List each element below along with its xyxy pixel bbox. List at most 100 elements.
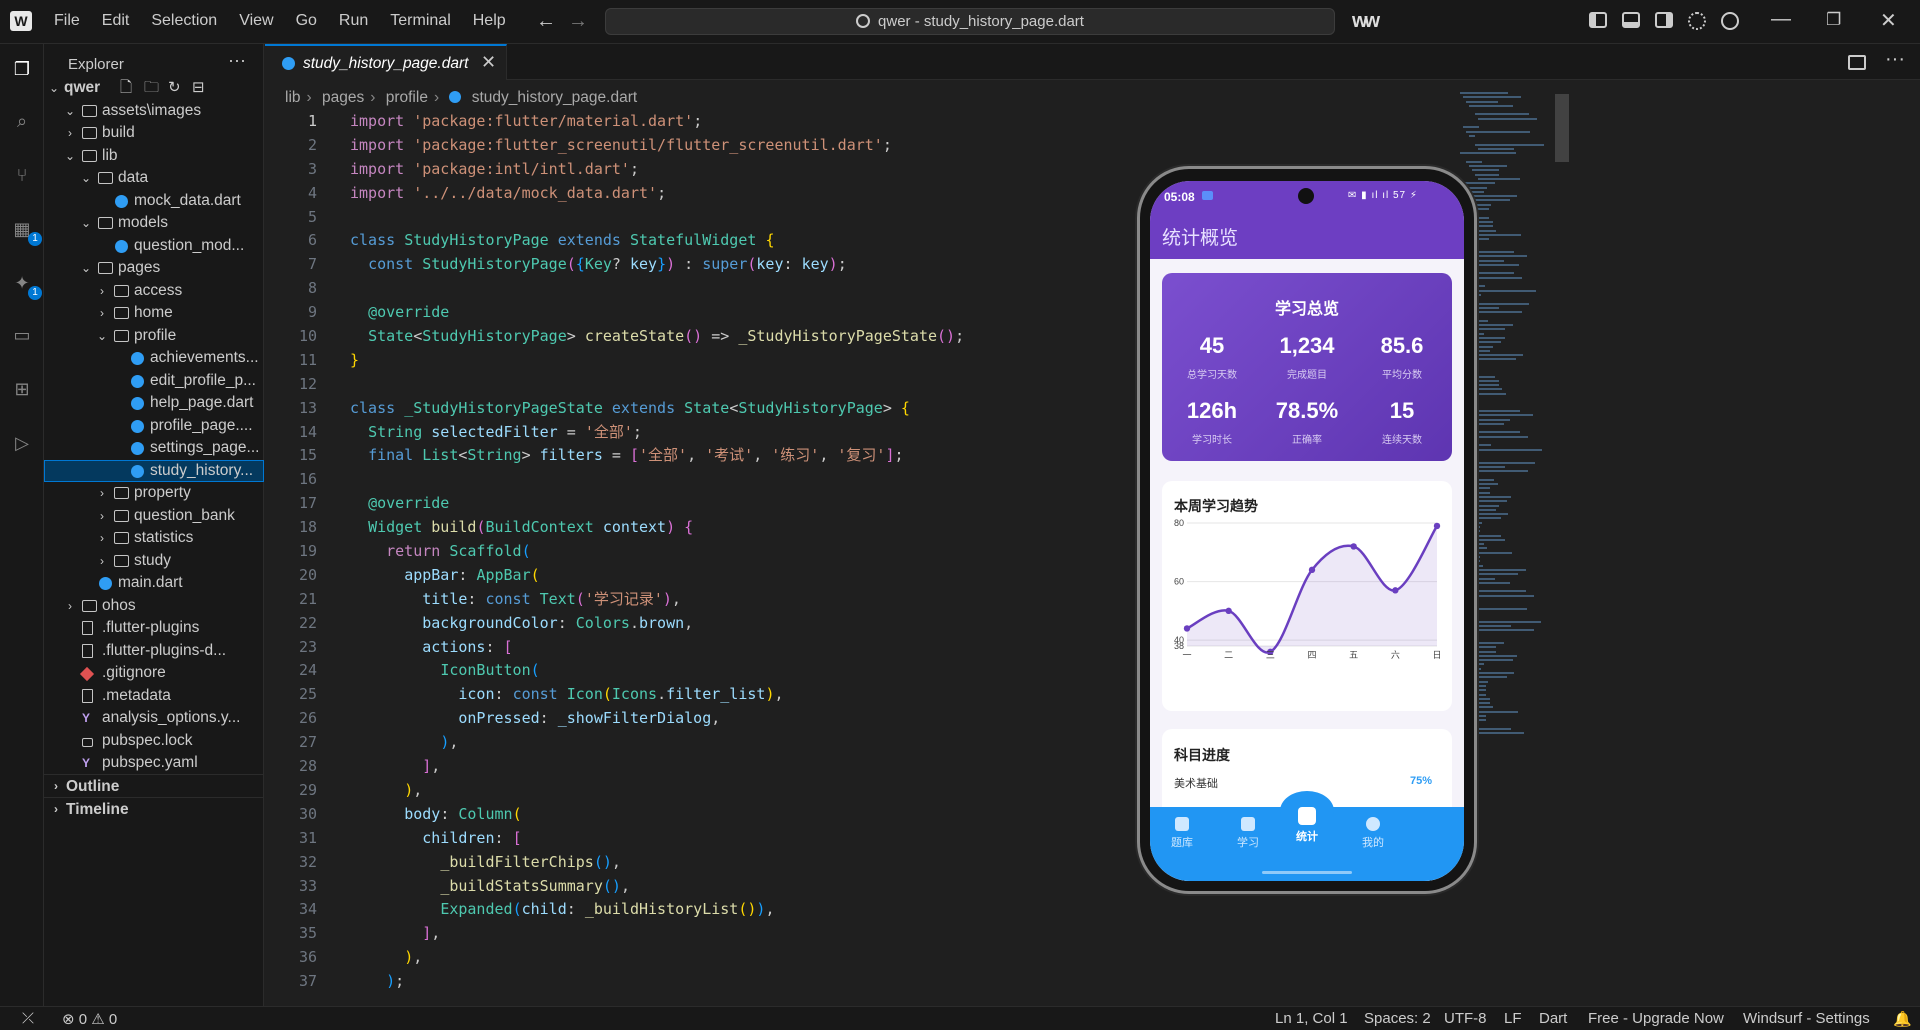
tree-item[interactable]: profile_page.... <box>44 415 264 438</box>
cursor-position[interactable]: Ln 1, Col 1 <box>1275 1010 1348 1027</box>
tab-study-history-page[interactable]: study_history_page.dart ✕ <box>265 44 507 80</box>
chevron-right-icon[interactable]: › <box>96 527 108 550</box>
menu-file[interactable]: File <box>54 12 80 30</box>
windsurf-app-icon[interactable]: W <box>10 11 32 31</box>
chevron-right-icon[interactable]: › <box>96 280 108 303</box>
chevron-down-icon[interactable]: ⌄ <box>96 325 108 348</box>
tree-item[interactable]: ⌄ data <box>44 167 264 190</box>
arrow-left-icon[interactable]: ← <box>536 10 556 33</box>
minimize-icon[interactable]: — <box>1771 8 1791 31</box>
extensions-icon[interactable]: ⊞ <box>11 378 33 400</box>
remote-indicator-icon[interactable]: ⤫ <box>22 1010 34 1027</box>
bell-icon[interactable]: 🔔 <box>1893 1010 1912 1028</box>
remote-explorer-icon[interactable]: ▭ <box>11 324 33 346</box>
tree-item[interactable]: .gitignore <box>44 662 264 685</box>
split-editor-icon[interactable] <box>1848 55 1866 70</box>
encoding[interactable]: UTF-8 <box>1444 1010 1487 1027</box>
tree-item[interactable]: Ypubspec.yaml <box>44 752 264 775</box>
windsurf-settings[interactable]: Windsurf - Settings <box>1743 1010 1870 1027</box>
refresh-icon[interactable]: ↻ <box>168 77 181 100</box>
tree-item[interactable]: ⌄ pages <box>44 257 264 280</box>
tree-item[interactable]: › access <box>44 280 264 303</box>
toggle-secondary-sidebar-icon[interactable] <box>1655 12 1673 28</box>
breadcrumb-lib[interactable]: lib <box>285 89 301 106</box>
close-icon[interactable]: ✕ <box>1880 8 1897 33</box>
command-center[interactable]: qwer - study_history_page.dart <box>605 8 1335 35</box>
tree-item[interactable]: ⌄ lib <box>44 145 264 168</box>
nav-mine[interactable]: 我的 <box>1343 817 1403 850</box>
chevron-right-icon[interactable]: › <box>64 122 76 145</box>
outline-section[interactable]: › Outline <box>44 774 264 797</box>
nav-statistics[interactable]: 统计 <box>1277 807 1337 844</box>
menu-terminal[interactable]: Terminal <box>390 12 450 30</box>
source-control-icon[interactable]: ⑂ <box>11 164 33 186</box>
restore-icon[interactable]: ❐ <box>1826 10 1841 30</box>
breadcrumb-profile[interactable]: profile <box>386 89 428 106</box>
tree-item[interactable]: main.dart <box>44 572 264 595</box>
chevron-right-icon[interactable]: › <box>96 505 108 528</box>
more-actions-icon[interactable]: ··· <box>228 50 246 71</box>
chevron-down-icon[interactable]: ⌄ <box>80 167 92 190</box>
run-debug-icon[interactable]: ▷ <box>11 432 33 454</box>
breadcrumb-pages[interactable]: pages <box>322 89 364 106</box>
tree-item[interactable]: ⌄ profile <box>44 325 264 348</box>
tree-item[interactable]: ⌄ assets\images <box>44 100 264 123</box>
search-icon[interactable]: ⌕ <box>11 110 33 132</box>
account-icon[interactable] <box>1721 12 1739 30</box>
chevron-down-icon[interactable]: ⌄ <box>80 212 92 235</box>
chevron-down-icon[interactable]: ⌄ <box>80 257 92 280</box>
new-file-icon[interactable]: 🗋 <box>120 77 132 100</box>
tree-item[interactable]: study_history... <box>44 459 264 482</box>
tree-item[interactable]: › home <box>44 302 264 325</box>
gear-icon[interactable] <box>1688 12 1706 30</box>
vertical-scrollbar[interactable] <box>1555 94 1569 162</box>
tree-item[interactable]: › ohos <box>44 595 264 618</box>
tree-item[interactable]: › study <box>44 550 264 573</box>
tree-item[interactable]: ⌄ models <box>44 212 264 235</box>
chevron-right-icon[interactable]: › <box>96 482 108 505</box>
tree-item[interactable]: help_page.dart <box>44 392 264 415</box>
tree-item[interactable]: .flutter-plugins-d... <box>44 640 264 663</box>
tree-item[interactable]: edit_profile_p... <box>44 370 264 393</box>
windsurf-logo-icon[interactable]: ᴡᴡ <box>1352 10 1380 33</box>
upgrade-link[interactable]: Free - Upgrade Now <box>1588 1010 1724 1027</box>
end-of-line[interactable]: LF <box>1504 1010 1522 1027</box>
explorer-icon[interactable]: ❐ <box>11 58 33 80</box>
chevron-down-icon[interactable]: ⌄ <box>64 100 76 123</box>
tree-root[interactable]: ⌄ qwer 🗋 🗀 ↻ ⊟ <box>44 77 264 100</box>
language-mode[interactable]: Dart <box>1539 1010 1567 1027</box>
arrow-right-icon[interactable]: → <box>568 10 588 33</box>
menu-help[interactable]: Help <box>473 12 506 30</box>
tree-item[interactable]: achievements... <box>44 347 264 370</box>
chevron-right-icon[interactable]: › <box>64 595 76 618</box>
tree-item[interactable]: .flutter-plugins <box>44 617 264 640</box>
toggle-panel-icon[interactable] <box>1622 12 1640 28</box>
tree-item[interactable]: › question_bank <box>44 505 264 528</box>
new-folder-icon[interactable]: 🗀 <box>144 77 159 100</box>
menu-view[interactable]: View <box>239 12 273 30</box>
tree-item[interactable]: pubspec.lock <box>44 730 264 753</box>
tree-item[interactable]: › property <box>44 482 264 505</box>
problems-indicator[interactable]: ⊗ 0 ⚠ 0 <box>62 1010 117 1028</box>
tree-item[interactable]: Yanalysis_options.y... <box>44 707 264 730</box>
tree-item[interactable]: question_mod... <box>44 235 264 258</box>
tree-item[interactable]: settings_page... <box>44 437 264 460</box>
tree-item[interactable]: mock_data.dart <box>44 190 264 213</box>
more-actions-icon[interactable]: ··· <box>1885 48 1905 71</box>
nav-study[interactable]: 学习 <box>1218 817 1278 850</box>
menu-go[interactable]: Go <box>296 12 317 30</box>
tree-item[interactable]: › statistics <box>44 527 264 550</box>
menu-edit[interactable]: Edit <box>102 12 130 30</box>
menu-selection[interactable]: Selection <box>151 12 217 30</box>
timeline-section[interactable]: › Timeline <box>44 797 264 820</box>
tree-item[interactable]: .metadata <box>44 685 264 708</box>
indentation[interactable]: Spaces: 2 <box>1364 1010 1431 1027</box>
toggle-primary-sidebar-icon[interactable] <box>1589 12 1607 28</box>
collapse-all-icon[interactable]: ⊟ <box>192 77 205 100</box>
close-icon[interactable]: ✕ <box>481 52 496 73</box>
nav-question-bank[interactable]: 题库 <box>1152 817 1212 850</box>
chevron-right-icon[interactable]: › <box>96 550 108 573</box>
tree-item[interactable]: › build <box>44 122 264 145</box>
chevron-down-icon[interactable]: ⌄ <box>64 145 76 168</box>
menu-run[interactable]: Run <box>339 12 368 30</box>
